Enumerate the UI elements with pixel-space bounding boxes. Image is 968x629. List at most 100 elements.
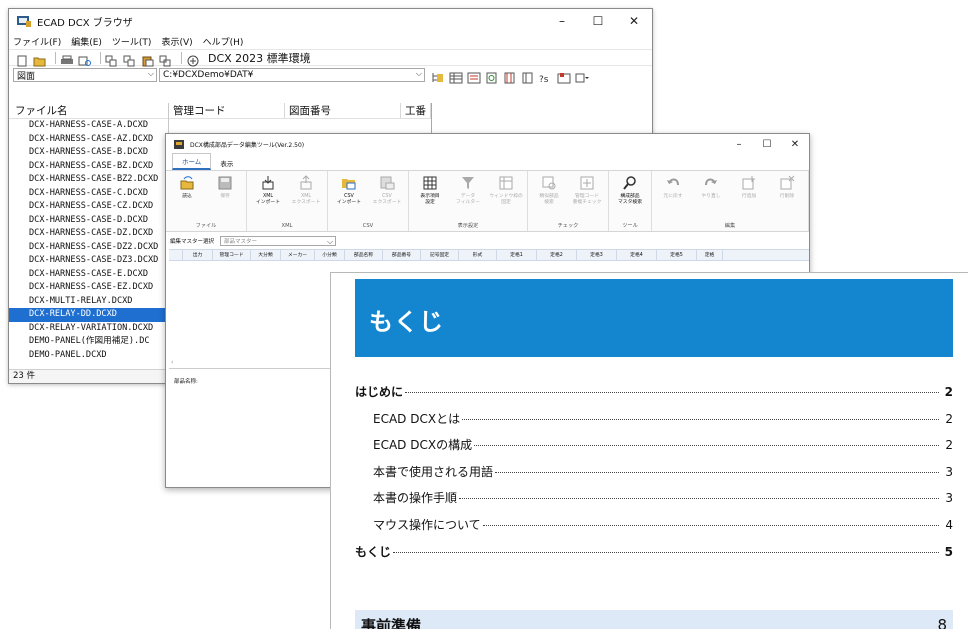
file-list-item[interactable]: DEMO-PANEL.DCXD (9, 349, 168, 363)
menu-view[interactable]: 表示(V) (161, 35, 192, 48)
file-list-item[interactable]: DCX-HARNESS-CASE-A.DCXD (9, 119, 168, 133)
toc-entry[interactable]: もくじ 5 (355, 543, 953, 570)
grid-column-header[interactable] (169, 250, 183, 260)
file-list-item[interactable]: DCX-HARNESS-CASE-BZ.DCXD (9, 160, 168, 174)
toc-entry-label: 本書の操作手順 (373, 491, 458, 506)
grid-column-header[interactable]: 定格5 (657, 250, 697, 260)
file-list-item[interactable]: DCX-HARNESS-CASE-C.DCXD (9, 187, 168, 201)
sort-icon[interactable]: ?s (539, 69, 553, 85)
file-list-item[interactable]: DCX-HARNESS-CASE-EZ.DCXD (9, 281, 168, 295)
ribbon-button-label: 保存 (220, 194, 230, 199)
csv-import-button[interactable]: CSV インポート (330, 173, 368, 221)
list-view-icon[interactable] (449, 69, 463, 84)
delete-row-button[interactable]: 行削除 (768, 173, 806, 221)
open-icon (179, 175, 195, 191)
grid-column-header[interactable]: 小分類 (315, 250, 345, 260)
close-button[interactable]: ✕ (781, 134, 809, 155)
toc-entry-page: 2 (945, 411, 953, 426)
category-select[interactable]: 図面 ⌵ (13, 68, 157, 82)
xml-import-button[interactable]: XML インポート (249, 173, 287, 221)
column-header[interactable]: 図面番号 (285, 103, 401, 118)
freeze-button[interactable]: ウィンドウ枠の 固定 (487, 173, 525, 221)
grid-column-header[interactable]: 部品番号 (383, 250, 421, 260)
minimize-button[interactable]: – (544, 9, 580, 33)
new-file-icon[interactable] (15, 52, 29, 66)
path-select[interactable]: C:¥DCXDemo¥DAT¥ ⌵ (159, 68, 425, 82)
cut-icon[interactable] (105, 52, 119, 66)
toc-entry[interactable]: 本書の操作手順 3 (355, 489, 953, 516)
grid-column-header[interactable]: 出力 (183, 250, 213, 260)
xml-export-button[interactable]: XML エクスポート (287, 173, 325, 221)
file-list-item[interactable]: DCX-HARNESS-CASE-B.DCXD (9, 146, 168, 160)
grid-column-header[interactable]: 管理コード (213, 250, 251, 260)
master-select[interactable]: 部品マスター ⌵ (220, 236, 337, 246)
maximize-button[interactable]: ☐ (753, 134, 781, 155)
file-list-item[interactable]: DCX-HARNESS-CASE-DZ3.DCXD (9, 254, 168, 268)
undo-button[interactable]: 元に戻す (654, 173, 692, 221)
file-list-item[interactable]: DEMO-PANEL(作図用補足).DC (9, 335, 168, 349)
close-button[interactable]: ✕ (616, 9, 652, 33)
bookmark-icon[interactable] (557, 69, 571, 84)
grid-column-header[interactable]: メーカー (281, 250, 315, 260)
master-search-button[interactable]: 構成部品 マスタ検索 (611, 173, 649, 221)
scroll-left-icon[interactable]: ‹ (171, 359, 173, 366)
toc-section-heading[interactable]: 事前準備 8 (355, 610, 953, 629)
print-icon[interactable] (60, 52, 74, 64)
open-button[interactable]: 読込 (168, 173, 206, 221)
column-order-icon[interactable] (521, 69, 535, 84)
file-list-item[interactable]: DCX-HARNESS-CASE-E.DCXD (9, 268, 168, 282)
refresh-icon[interactable] (485, 69, 499, 84)
duplicate-check-button[interactable]: 管理コード 重複チェック (568, 173, 606, 221)
grid-column-header[interactable]: 形式 (459, 250, 497, 260)
grid-column-header[interactable]: 定格3 (577, 250, 617, 260)
redo-button[interactable]: やり直し (692, 173, 730, 221)
grid-column-header[interactable]: 部品名称 (345, 250, 383, 260)
print-preview-icon[interactable] (78, 52, 92, 66)
file-list-item[interactable]: DCX-MULTI-RELAY.DCXD (9, 295, 168, 309)
grid-column-header[interactable]: 記号固定 (421, 250, 459, 260)
toc-entry[interactable]: マウス操作について 4 (355, 516, 953, 543)
filter-button[interactable]: データ フィルター (449, 173, 487, 221)
column-header[interactable]: 工番 (401, 103, 431, 118)
grid-button[interactable]: 表示項目 設定 (411, 173, 449, 221)
csv-export-button[interactable]: CSV エクスポート (368, 173, 406, 221)
similar-search-button[interactable]: 類似部品 検索 (530, 173, 568, 221)
tab-view[interactable]: 表示 (211, 156, 242, 170)
menu-file[interactable]: ファイル(F) (13, 35, 61, 48)
file-list-item[interactable]: DCX-HARNESS-CASE-AZ.DCXD (9, 133, 168, 147)
file-list-item[interactable]: DCX-HARNESS-CASE-CZ.DCXD (9, 200, 168, 214)
grid-column-header[interactable]: 大分類 (251, 250, 281, 260)
menu-tools[interactable]: ツール(T) (112, 35, 152, 48)
column-header[interactable]: 管理コード (169, 103, 285, 118)
add-row-button[interactable]: 行追加 (730, 173, 768, 221)
maximize-button[interactable]: ☐ (580, 9, 616, 33)
toc-entry[interactable]: ECAD DCXとは 2 (355, 410, 953, 437)
toc-entry[interactable]: 本書で使用される用語 3 (355, 463, 953, 490)
file-list-item[interactable]: DCX-HARNESS-CASE-D.DCXD (9, 214, 168, 228)
menu-help[interactable]: ヘルプ(H) (203, 35, 244, 48)
file-list-item[interactable]: DCX-HARNESS-CASE-DZ2.DCXD (9, 241, 168, 255)
copy-icon[interactable] (123, 52, 137, 66)
toc-entry[interactable]: ECAD DCXの構成 2 (355, 436, 953, 463)
save-button[interactable]: 保存 (206, 173, 244, 221)
column-settings-icon[interactable] (503, 69, 517, 84)
grid-column-header[interactable]: 定格2 (537, 250, 577, 260)
toc-entry[interactable]: はじめに 2 (355, 383, 953, 410)
tab-home[interactable]: ホーム (172, 153, 212, 170)
options-dropdown-icon[interactable] (575, 69, 589, 83)
properties-icon[interactable] (159, 52, 173, 66)
menu-edit[interactable]: 編集(E) (71, 35, 102, 48)
open-folder-icon[interactable] (33, 52, 47, 66)
file-list-item[interactable]: DCX-RELAY-VARIATION.DCXD (9, 322, 168, 336)
file-list-item[interactable]: DCX-RELAY-DD.DCXD (9, 308, 168, 322)
grid-column-header[interactable]: 定格 (697, 250, 723, 260)
grid-column-header[interactable]: 定格4 (617, 250, 657, 260)
file-list-header[interactable]: ファイル名 (9, 103, 168, 119)
file-list-item[interactable]: DCX-HARNESS-CASE-BZ2.DCXD (9, 173, 168, 187)
grid-column-header[interactable]: 定格1 (497, 250, 537, 260)
paste-icon[interactable] (141, 52, 155, 66)
file-list-item[interactable]: DCX-HARNESS-CASE-DZ.DCXD (9, 227, 168, 241)
minimize-button[interactable]: – (725, 134, 753, 155)
tree-view-icon[interactable] (431, 69, 445, 82)
detail-view-icon[interactable] (467, 69, 481, 84)
